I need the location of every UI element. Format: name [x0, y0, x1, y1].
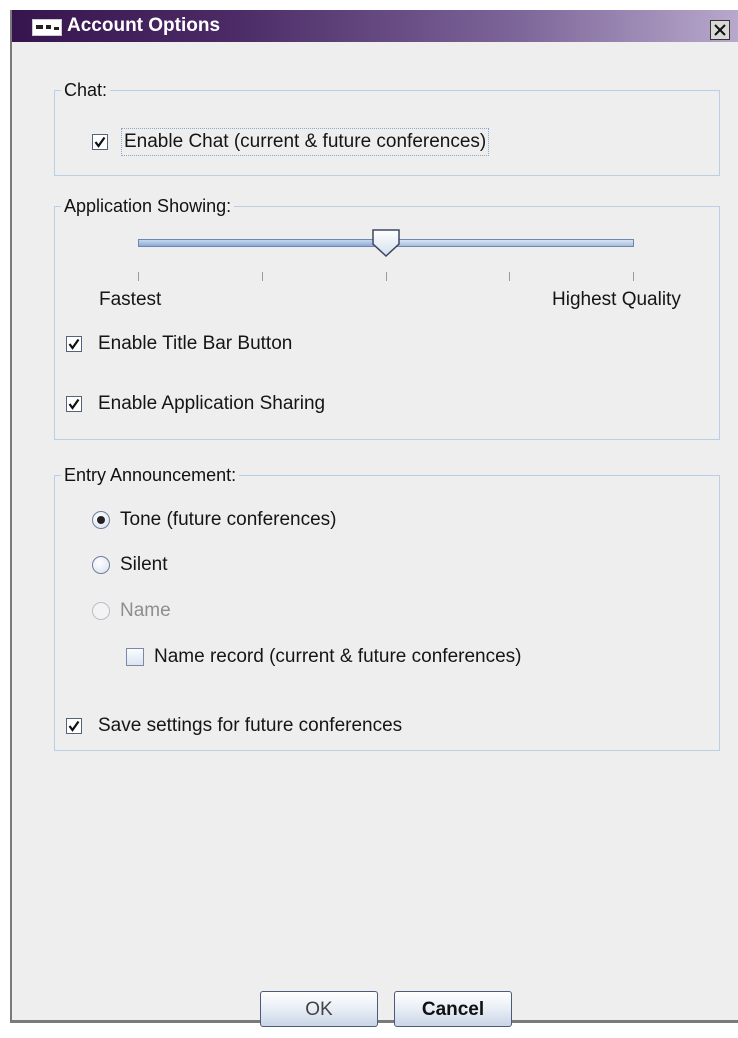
application-sharing-label[interactable]: Enable Application Sharing: [98, 393, 325, 415]
close-icon: [714, 24, 726, 36]
application-sharing-checkbox[interactable]: [66, 396, 82, 412]
chat-group: Chat:: [54, 80, 720, 176]
cancel-button[interactable]: Cancel: [394, 991, 512, 1027]
enable-chat-checkbox[interactable]: [92, 134, 108, 150]
title-bar-button-label[interactable]: Enable Title Bar Button: [98, 333, 292, 355]
silent-label[interactable]: Silent: [120, 554, 168, 576]
slider-tick: [633, 272, 634, 281]
title-bar-button-checkbox[interactable]: [66, 336, 82, 352]
ok-button[interactable]: OK: [260, 991, 378, 1027]
check-icon: [68, 398, 80, 410]
name-radio[interactable]: [92, 602, 110, 620]
tone-radio[interactable]: [92, 511, 110, 529]
check-icon: [94, 136, 106, 148]
tone-label[interactable]: Tone (future conferences): [120, 509, 337, 531]
slider-tick: [385, 272, 387, 281]
save-settings-label[interactable]: Save settings for future conferences: [98, 715, 402, 737]
silent-radio[interactable]: [92, 556, 110, 574]
quality-slider-fill: [139, 240, 387, 246]
slider-min-label: Fastest: [99, 289, 162, 310]
name-record-checkbox[interactable]: [126, 648, 144, 666]
app-logo-icon: [32, 19, 62, 36]
name-record-label[interactable]: Name record (current & future conference…: [154, 646, 522, 668]
slider-max-label: Highest Quality: [552, 289, 681, 310]
account-options-dialog: Account Options Chat: Enable Chat (curre…: [10, 10, 738, 1027]
application-showing-group-label: Application Showing:: [64, 196, 232, 216]
slider-tick: [261, 272, 263, 281]
close-button[interactable]: [710, 20, 730, 40]
slider-tick: [509, 272, 511, 281]
entry-announcement-group-label: Entry Announcement:: [64, 465, 237, 485]
title-bar[interactable]: Account Options: [12, 10, 738, 42]
slider-tick: [138, 272, 139, 281]
dialog-title: Account Options: [67, 15, 221, 36]
save-settings-checkbox[interactable]: [66, 718, 82, 734]
check-icon: [68, 720, 80, 732]
check-icon: [68, 338, 80, 350]
enable-chat-label[interactable]: Enable Chat (current & future conference…: [120, 128, 490, 156]
quality-slider-thumb[interactable]: [371, 229, 401, 257]
chat-group-label: Chat:: [64, 80, 108, 100]
name-label[interactable]: Name: [120, 600, 171, 622]
